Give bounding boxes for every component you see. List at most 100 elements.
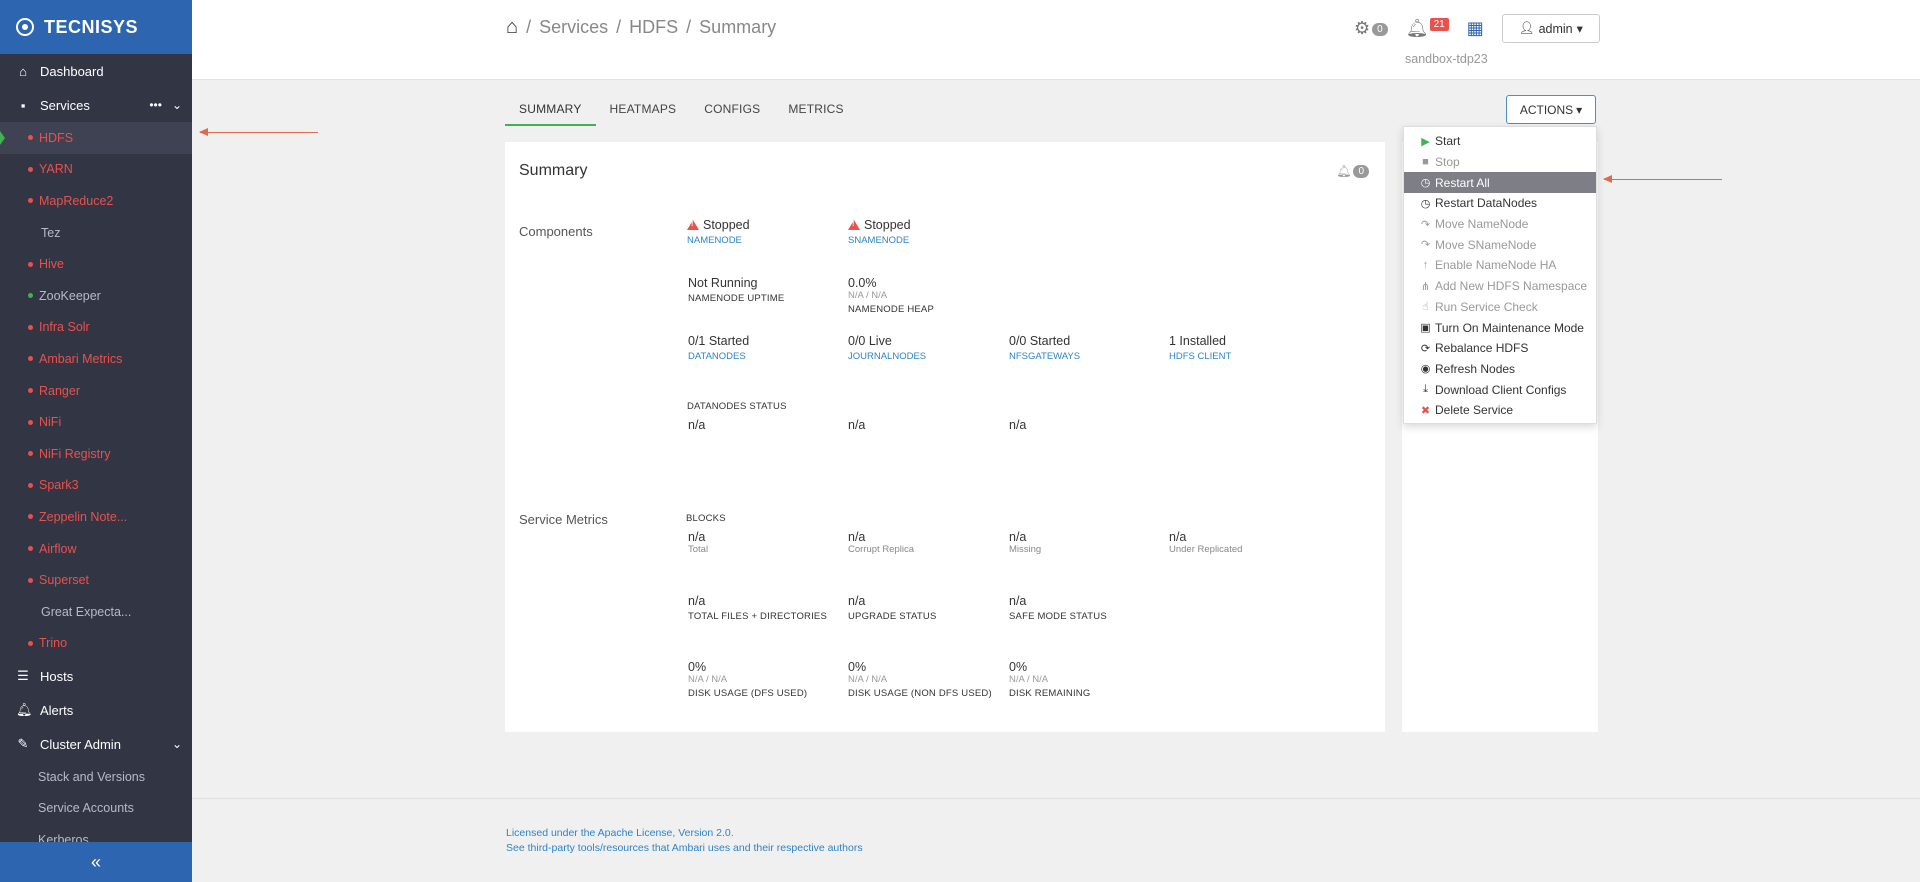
summary-alerts[interactable]: 🔔︎ 0 bbox=[1336, 164, 1369, 179]
chevron-down-icon[interactable]: ⌄ bbox=[172, 737, 182, 751]
bell-icon: 🔔︎ bbox=[1405, 18, 1429, 38]
sidebar-service-item[interactable]: MapReduce2 bbox=[0, 185, 192, 217]
views-grid-icon[interactable]: ▦ bbox=[1467, 18, 1484, 39]
snamenode-link[interactable]: SNAMENODE bbox=[848, 235, 911, 246]
home-icon[interactable]: ⌂ bbox=[506, 16, 518, 39]
sidebar-item-label: Zeppelin Note... bbox=[39, 509, 128, 524]
sidebar-service-item[interactable]: Tez bbox=[0, 217, 192, 249]
sidebar-service-item[interactable]: HDFS bbox=[0, 122, 192, 154]
caret-down-icon: ▾ bbox=[1576, 22, 1583, 36]
clock-icon: ◷ bbox=[1420, 197, 1431, 210]
sitemap-icon: ⋔ bbox=[1420, 280, 1431, 293]
action-menu-item[interactable]: ⤓ Download Client Configs bbox=[1404, 379, 1596, 400]
sidebar-item-label: NiFi bbox=[39, 415, 62, 430]
dn-status-value: n/a bbox=[1009, 418, 1027, 432]
sidebar-service-item[interactable]: Spark3 bbox=[0, 470, 192, 502]
action-menu-item[interactable]: ✖ Delete Service bbox=[1404, 400, 1596, 421]
sidebar-service-item[interactable]: Zeppelin Note... bbox=[0, 501, 192, 533]
disk-dfs-used: 0% N/A / N/A DISK USAGE (DFS USED) bbox=[688, 660, 808, 699]
alerts-button[interactable]: 🔔︎ 21 bbox=[1406, 18, 1449, 39]
action-menu-label: Restart All bbox=[1435, 175, 1490, 190]
sidebar-item-hosts[interactable]: ☰ Hosts bbox=[0, 659, 192, 693]
datanodes-link[interactable]: DATANODES bbox=[688, 351, 749, 362]
action-menu-label: Rebalance HDFS bbox=[1435, 341, 1529, 356]
bell-icon: 🔔︎ bbox=[1336, 164, 1352, 178]
status-dot-icon bbox=[28, 324, 33, 330]
action-menu-item[interactable]: ◷ Restart All bbox=[1404, 172, 1596, 194]
action-menu-item[interactable]: ☝ Run Service Check bbox=[1404, 297, 1596, 318]
sidebar-service-item[interactable]: Trino bbox=[0, 628, 192, 660]
sidebar-service-item[interactable]: Hive bbox=[0, 248, 192, 280]
action-menu-label: Move NameNode bbox=[1435, 217, 1529, 232]
nfsgateways-cell: 0/0 Started NFSGATEWAYS bbox=[1009, 334, 1081, 362]
sidebar-item-label: Hosts bbox=[40, 668, 74, 684]
service-tabs: SUMMARY HEATMAPS CONFIGS METRICS bbox=[505, 98, 858, 126]
background-ops-button[interactable]: ⚙ 0 bbox=[1354, 18, 1388, 39]
brand-header[interactable]: TECNISYS bbox=[0, 0, 192, 54]
chevron-down-icon[interactable]: ⌄ bbox=[172, 98, 182, 112]
collapse-sidebar-button[interactable]: « bbox=[0, 842, 192, 882]
clock-icon: ◷ bbox=[1420, 177, 1431, 190]
namenode-uptime: Not Running NAMENODE UPTIME bbox=[688, 276, 785, 304]
sidebar-service-item[interactable]: Ranger bbox=[0, 375, 192, 407]
action-menu-item[interactable]: ⟳ Rebalance HDFS bbox=[1404, 338, 1596, 359]
hdfs-client-link[interactable]: HDFS CLIENT bbox=[1169, 351, 1231, 362]
action-menu-item[interactable]: ↷ Move SNameNode bbox=[1404, 234, 1596, 255]
sidebar-item-label: Ranger bbox=[39, 383, 80, 398]
actions-button[interactable]: ACTIONS ▾ bbox=[1506, 95, 1596, 124]
brand-logo-icon bbox=[16, 18, 34, 36]
user-menu-button[interactable]: 👤︎ admin ▾ bbox=[1501, 14, 1600, 43]
journalnodes-link[interactable]: JOURNALNODES bbox=[848, 351, 926, 362]
tab-heatmaps[interactable]: HEATMAPS bbox=[596, 98, 691, 126]
action-menu-item[interactable]: ↷ Move NameNode bbox=[1404, 214, 1596, 235]
server-icon: ☰ bbox=[17, 668, 29, 684]
sidebar-service-item[interactable]: YARN bbox=[0, 154, 192, 186]
action-menu-item[interactable]: ⋔ Add New HDFS Namespace bbox=[1404, 276, 1596, 297]
sidebar-cluster-admin-item[interactable]: Service Accounts bbox=[0, 793, 192, 825]
sidebar-item-alerts[interactable]: 🔔︎ Alerts bbox=[0, 693, 192, 727]
third-party-link[interactable]: See third-party tools/resources that Amb… bbox=[506, 841, 863, 856]
sidebar-item-label: Cluster Admin bbox=[40, 736, 121, 752]
datanodes-status-label: DATANODES STATUS bbox=[687, 401, 787, 412]
tab-metrics[interactable]: METRICS bbox=[774, 98, 857, 126]
breadcrumb-services[interactable]: Services bbox=[539, 17, 608, 38]
sidebar-service-item[interactable]: Superset bbox=[0, 564, 192, 596]
sidebar-service-item[interactable]: NiFi bbox=[0, 406, 192, 438]
action-menu-item[interactable]: ▣ Turn On Maintenance Mode bbox=[1404, 317, 1596, 338]
namenode-link[interactable]: NAMENODE bbox=[687, 235, 750, 246]
share-icon: ↷ bbox=[1420, 218, 1431, 231]
summary-panel: Summary 🔔︎0 Components Stopped NAMENODE … bbox=[505, 142, 1385, 732]
sidebar-item-label: NiFi Registry bbox=[39, 446, 111, 461]
stop-icon: ■ bbox=[1422, 156, 1429, 169]
sidebar-item-cluster-admin[interactable]: ✎ Cluster Admin ⌄ bbox=[0, 727, 192, 761]
sidebar-service-item[interactable]: Great Expecta... bbox=[0, 596, 192, 628]
license-link[interactable]: Licensed under the Apache License, Versi… bbox=[506, 826, 863, 841]
namenode-cell: Stopped NAMENODE bbox=[687, 218, 750, 246]
sidebar-item-label: Superset bbox=[39, 573, 90, 588]
sidebar-item-services[interactable]: ▪ Services ••• ⌄ bbox=[0, 88, 192, 122]
action-menu-item[interactable]: ■ Stop bbox=[1404, 152, 1596, 173]
action-menu-item[interactable]: ▶ Start bbox=[1404, 131, 1596, 152]
status-dot-icon bbox=[28, 451, 33, 457]
sidebar-service-item[interactable]: ZooKeeper bbox=[0, 280, 192, 312]
sidebar-service-item[interactable]: Airflow bbox=[0, 533, 192, 565]
action-menu-item[interactable]: ↑ Enable NameNode HA bbox=[1404, 255, 1596, 276]
tab-configs[interactable]: CONFIGS bbox=[690, 98, 774, 126]
tab-summary[interactable]: SUMMARY bbox=[505, 98, 596, 126]
sidebar-item-dashboard[interactable]: ⌂ Dashboard bbox=[0, 54, 192, 88]
dn-status-value: n/a bbox=[848, 418, 866, 432]
sidebar-item-label: Spark3 bbox=[39, 478, 79, 493]
nfsgateways-link[interactable]: NFSGATEWAYS bbox=[1009, 351, 1080, 362]
sidebar-item-label: Dashboard bbox=[40, 63, 104, 79]
sidebar-service-item[interactable]: Infra Solr bbox=[0, 312, 192, 344]
medkit-icon: ▣ bbox=[1420, 322, 1431, 335]
sidebar-service-item[interactable]: Ambari Metrics bbox=[0, 343, 192, 375]
annotation-arrow bbox=[199, 128, 318, 136]
action-menu-item[interactable]: ◉ Refresh Nodes bbox=[1404, 359, 1596, 380]
breadcrumb-hdfs[interactable]: HDFS bbox=[629, 17, 678, 38]
services-more-icon[interactable]: ••• bbox=[149, 98, 162, 112]
gear-icon: ⚙ bbox=[1354, 18, 1371, 38]
sidebar-service-item[interactable]: NiFi Registry bbox=[0, 438, 192, 470]
action-menu-item[interactable]: ◷ Restart DataNodes bbox=[1404, 193, 1596, 214]
sidebar-cluster-admin-item[interactable]: Stack and Versions bbox=[0, 761, 192, 793]
